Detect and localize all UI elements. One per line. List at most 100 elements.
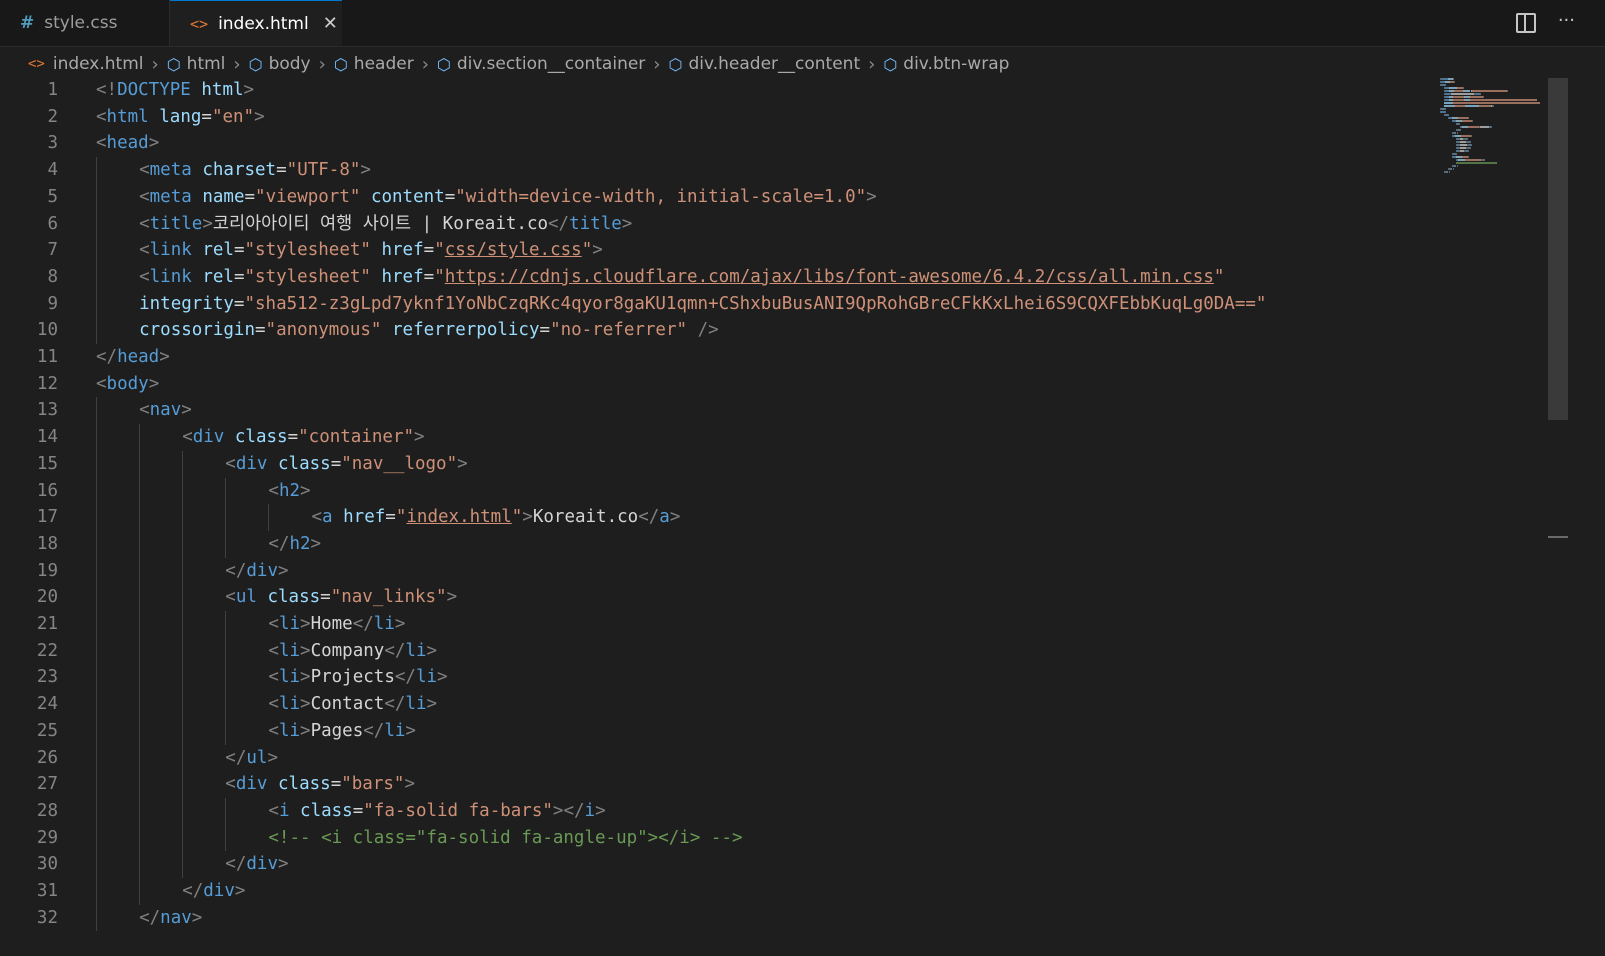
code-line[interactable]: 16 <h2> <box>0 478 1450 505</box>
code-line[interactable]: 7 <link rel="stylesheet" href="css/style.… <box>0 237 1450 264</box>
indent-guide <box>182 450 184 878</box>
code-line[interactable]: 15 <div class="nav__logo"> <box>0 451 1450 478</box>
minimap-token <box>1458 117 1469 119</box>
code-line[interactable]: 13 <nav> <box>0 397 1450 424</box>
code-line[interactable]: 4 <meta charset="UTF-8"> <box>0 157 1450 184</box>
code-token: > <box>405 720 416 741</box>
code-line[interactable]: 22 <li>Company</li> <box>0 638 1450 665</box>
code-token: > <box>621 213 633 234</box>
code-token: > <box>300 694 311 715</box>
code-token: integrity <box>139 293 234 314</box>
code-token: < <box>139 266 150 287</box>
vertical-scrollbar[interactable] <box>1548 78 1568 420</box>
code-line[interactable]: 20 <ul class="nav_links"> <box>0 584 1450 611</box>
code-token: title <box>149 213 203 234</box>
line-number: 21 <box>36 614 58 634</box>
code-token: = <box>385 507 396 528</box>
code-line[interactable]: 18 </h2> <box>0 531 1450 558</box>
code-token: > <box>360 160 371 181</box>
minimap-token <box>1444 105 1454 107</box>
code-token: "container" <box>298 427 415 448</box>
code-line[interactable]: 11 </head> <box>0 344 1450 371</box>
code-token: class <box>234 427 288 448</box>
line-number: 24 <box>36 694 58 715</box>
code-token: class <box>267 587 321 608</box>
breadcrumb-item[interactable]: ⬡ html <box>167 54 226 74</box>
code-line[interactable]: 6 <title>코리아아이티 여행 사이트 | Koreait.co</titl… <box>0 211 1450 238</box>
breadcrumb-item[interactable]: ⬡ body <box>249 54 311 74</box>
code-line[interactable]: 8 <link rel="stylesheet" href="https://cd… <box>0 264 1450 291</box>
code-token: " <box>395 507 407 528</box>
breadcrumb-item[interactable]: <> index.html <box>28 54 144 74</box>
split-editor-icon[interactable] <box>1515 13 1536 33</box>
code-line[interactable]: 23 <li>Projects</li> <box>0 664 1450 691</box>
code-line[interactable]: 27 <div class="bars"> <box>0 771 1450 798</box>
code-token: lang <box>159 106 202 127</box>
code-text: <div class="container"> <box>182 424 424 451</box>
code-line[interactable]: 17 <a href="index.html">Koreait.co</a> <box>0 504 1450 531</box>
element-cube-icon: ⬡ <box>883 54 898 74</box>
code-text: <div class="bars"> <box>225 771 415 798</box>
code-line[interactable]: 1 <!DOCTYPE html> <box>0 80 1450 104</box>
code-line[interactable]: 5 <meta name="viewport" content="width=de… <box>0 184 1450 211</box>
code-token: div <box>235 453 268 474</box>
code-line[interactable]: 14 <div class="container"> <box>0 424 1450 451</box>
tab-style-css[interactable]: # style.css <box>0 0 170 46</box>
line-number: 15 <box>36 453 58 474</box>
code-line[interactable]: 10 crossorigin="anonymous" referrerpolicy… <box>0 317 1450 344</box>
code-text: <!DOCTYPE html> <box>96 80 254 104</box>
line-number: 27 <box>36 774 58 795</box>
code-line[interactable]: 2 <html lang="en"> <box>0 104 1450 131</box>
code-editor[interactable]: 1 <!DOCTYPE html> 2 <html lang="en"> 3 <head>… <box>0 80 1580 956</box>
code-line[interactable]: 9 integrity="sha512-z3gLpd7yknf1YoNbCzqRK… <box>0 291 1450 318</box>
breadcrumb-item[interactable]: ⬡ div.btn-wrap <box>883 54 1009 74</box>
code-line[interactable]: 26 </ul> <box>0 745 1450 772</box>
code-token: ul <box>235 587 257 608</box>
code-line[interactable]: 32 </nav> <box>0 905 1450 932</box>
code-token: > <box>426 640 438 661</box>
line-number: 20 <box>36 587 58 608</box>
code-line[interactable]: 21 <li>Home</li> <box>0 611 1450 638</box>
minimap-token <box>1453 96 1465 98</box>
code-line[interactable]: 28 <i class="fa-solid fa-bars"></i> <box>0 798 1450 825</box>
code-token: > <box>437 667 448 688</box>
code-line[interactable]: 24 <li>Contact</li> <box>0 691 1450 718</box>
minimap[interactable] <box>1436 78 1556 178</box>
code-token: DOCTYPE <box>117 80 191 100</box>
minimap-token <box>1452 168 1454 170</box>
code-line[interactable]: 30 </div> <box>0 851 1450 878</box>
more-actions-icon[interactable]: ··· <box>1558 10 1575 33</box>
minimap-token <box>1459 129 1461 131</box>
code-token: </ <box>384 694 406 715</box>
minimap-token <box>1448 171 1450 173</box>
code-line[interactable]: 3 <head> <box>0 130 1450 157</box>
breadcrumb-item[interactable]: ⬡ div.section__container <box>437 54 645 74</box>
code-token: > <box>254 106 265 127</box>
code-token: "stylesheet" <box>244 240 371 261</box>
code-line[interactable]: 25 <li>Pages</li> <box>0 718 1450 745</box>
code-token: > <box>300 720 311 741</box>
code-token: > <box>414 427 425 448</box>
code-token: < <box>268 800 279 821</box>
code-line[interactable]: 19 </div> <box>0 558 1450 585</box>
code-line[interactable]: 29 <!-- <i class="fa-solid fa-angle-up"><… <box>0 825 1450 852</box>
code-token: name <box>202 186 245 207</box>
breadcrumb-item[interactable]: ⬡ div.header__content <box>669 54 861 74</box>
close-icon[interactable]: ✕ <box>323 13 338 34</box>
element-cube-icon: ⬡ <box>333 54 348 74</box>
minimap-token <box>1470 99 1537 101</box>
breadcrumb-item[interactable]: ⬡ header <box>334 54 414 74</box>
breadcrumb-label: index.html <box>52 54 144 74</box>
code-text: <ul class="nav_links"> <box>225 584 457 611</box>
tab-index-html[interactable]: <> index.html ✕ <box>170 0 342 46</box>
minimap-token <box>1491 126 1493 128</box>
code-token: <!-- <i class="fa-solid fa-angle-up"></i… <box>268 827 743 848</box>
code-token: href <box>343 507 386 528</box>
minimap-token <box>1483 96 1485 98</box>
code-line[interactable]: 31 </div> <box>0 878 1450 905</box>
code-text: <li>Contact</li> <box>268 691 437 718</box>
code-token: = <box>233 240 245 261</box>
code-line[interactable]: 12 <body> <box>0 371 1450 398</box>
